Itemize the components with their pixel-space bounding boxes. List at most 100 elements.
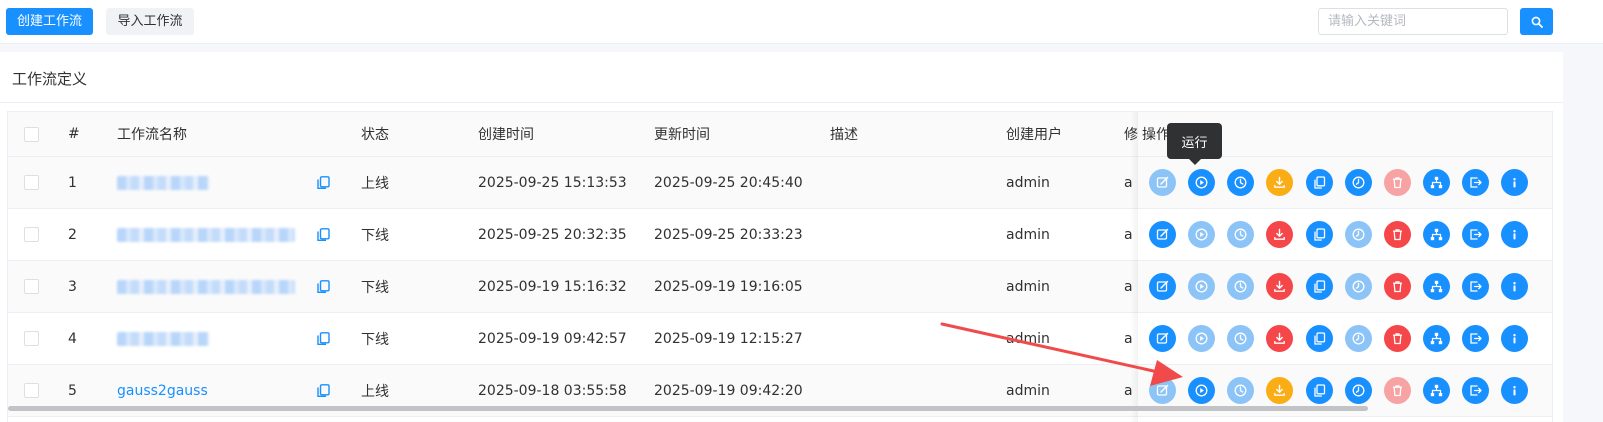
redacted-workflow-name[interactable] [117, 279, 295, 294]
row-checkbox-cell[interactable] [24, 157, 39, 208]
info-button[interactable] [1501, 169, 1528, 196]
search-input[interactable] [1318, 8, 1508, 35]
edit-icon [1156, 228, 1169, 240]
schedule-button[interactable] [1345, 325, 1372, 352]
row-checkbox-cell[interactable] [24, 313, 39, 364]
row-checkbox-cell[interactable] [24, 261, 39, 312]
row-checkbox[interactable] [24, 227, 39, 242]
copy-name-icon[interactable] [317, 209, 330, 260]
delete-button[interactable] [1384, 325, 1411, 352]
workflow-name-link[interactable] [117, 313, 209, 364]
tree-button[interactable] [1423, 169, 1450, 196]
info-icon [1513, 282, 1516, 292]
horizontal-scrollbar[interactable] [8, 406, 1368, 411]
export-button[interactable] [1266, 273, 1293, 300]
redacted-workflow-name[interactable] [117, 175, 209, 190]
export-button[interactable] [1266, 221, 1293, 248]
row-checkbox[interactable] [24, 279, 39, 294]
schedule-button[interactable] [1345, 377, 1372, 404]
tree-button[interactable] [1423, 325, 1450, 352]
copy-button[interactable] [1306, 221, 1333, 248]
create-workflow-button[interactable]: 创建工作流 [6, 8, 93, 35]
schedule-button[interactable] [1345, 221, 1372, 248]
workflow-name-link[interactable] [117, 157, 209, 208]
row-checkbox[interactable] [24, 383, 39, 398]
export-button[interactable] [1266, 377, 1293, 404]
timing-icon [1234, 332, 1247, 345]
row-checkbox-cell[interactable] [24, 209, 39, 260]
workflow-name-text[interactable]: gauss2gauss [117, 383, 208, 399]
offline-button[interactable] [1462, 221, 1489, 248]
timing-button[interactable] [1227, 169, 1254, 196]
edit-button[interactable] [1149, 169, 1176, 196]
row-index: 4 [68, 330, 77, 347]
run-button[interactable] [1188, 273, 1215, 300]
delete-button[interactable] [1384, 377, 1411, 404]
copy-button[interactable] [1306, 325, 1333, 352]
select-all-checkbox-cell[interactable] [24, 112, 39, 156]
workflow-name-link[interactable] [117, 209, 295, 260]
tree-button[interactable] [1423, 377, 1450, 404]
timing-button[interactable] [1227, 325, 1254, 352]
edit-button[interactable] [1149, 273, 1176, 300]
run-button[interactable] [1188, 221, 1215, 248]
info-button[interactable] [1501, 377, 1528, 404]
delete-button[interactable] [1384, 169, 1411, 196]
offline-button[interactable] [1462, 169, 1489, 196]
row-checkbox[interactable] [24, 175, 39, 190]
info-button[interactable] [1501, 221, 1528, 248]
workflow-name-link[interactable] [117, 261, 295, 312]
copy-button[interactable] [1306, 377, 1333, 404]
edit-button[interactable] [1149, 221, 1176, 248]
timing-button[interactable] [1227, 377, 1254, 404]
copy-icon [1314, 228, 1326, 241]
run-button[interactable] [1188, 325, 1215, 352]
schedule-button[interactable] [1345, 169, 1372, 196]
export-button[interactable] [1266, 169, 1293, 196]
search-button[interactable] [1520, 8, 1553, 35]
copy-button[interactable] [1306, 169, 1333, 196]
run-button[interactable] [1188, 377, 1215, 404]
copy-icon[interactable] [317, 279, 330, 294]
copy-button[interactable] [1306, 273, 1333, 300]
card-divider [0, 102, 1563, 103]
edit-button[interactable] [1149, 325, 1176, 352]
copy-name-icon[interactable] [317, 157, 330, 208]
select-all-checkbox[interactable] [24, 126, 39, 142]
export-button[interactable] [1266, 325, 1293, 352]
redacted-workflow-name[interactable] [117, 331, 209, 346]
delete-button[interactable] [1384, 221, 1411, 248]
offline-button[interactable] [1462, 325, 1489, 352]
header-desc: 描述 [830, 127, 858, 143]
copy-name-icon[interactable] [317, 313, 330, 364]
delete-icon [1393, 385, 1402, 397]
copy-icon[interactable] [317, 227, 330, 242]
copy-icon[interactable] [317, 383, 330, 398]
edit-button[interactable] [1149, 377, 1176, 404]
schedule-button[interactable] [1345, 273, 1372, 300]
delete-button[interactable] [1384, 273, 1411, 300]
header-name: 工作流名称 [117, 127, 187, 143]
timing-icon [1234, 228, 1247, 241]
tree-button[interactable] [1423, 221, 1450, 248]
redacted-workflow-name[interactable] [117, 227, 295, 242]
run-button[interactable] [1188, 169, 1215, 196]
import-workflow-button[interactable]: 导入工作流 [106, 8, 194, 35]
offline-button[interactable] [1462, 273, 1489, 300]
export-icon [1274, 280, 1285, 292]
edit-icon [1156, 176, 1169, 188]
header-created: 创建时间 [478, 127, 534, 143]
offline-button[interactable] [1462, 377, 1489, 404]
row-index: 3 [68, 278, 77, 295]
timing-icon [1234, 280, 1247, 293]
copy-icon[interactable] [317, 331, 330, 346]
timing-button[interactable] [1227, 273, 1254, 300]
info-button[interactable] [1501, 273, 1528, 300]
info-button[interactable] [1501, 325, 1528, 352]
tree-icon [1430, 384, 1443, 397]
row-checkbox[interactable] [24, 331, 39, 346]
copy-name-icon[interactable] [317, 261, 330, 312]
tree-button[interactable] [1423, 273, 1450, 300]
copy-icon[interactable] [317, 175, 330, 190]
timing-button[interactable] [1227, 221, 1254, 248]
